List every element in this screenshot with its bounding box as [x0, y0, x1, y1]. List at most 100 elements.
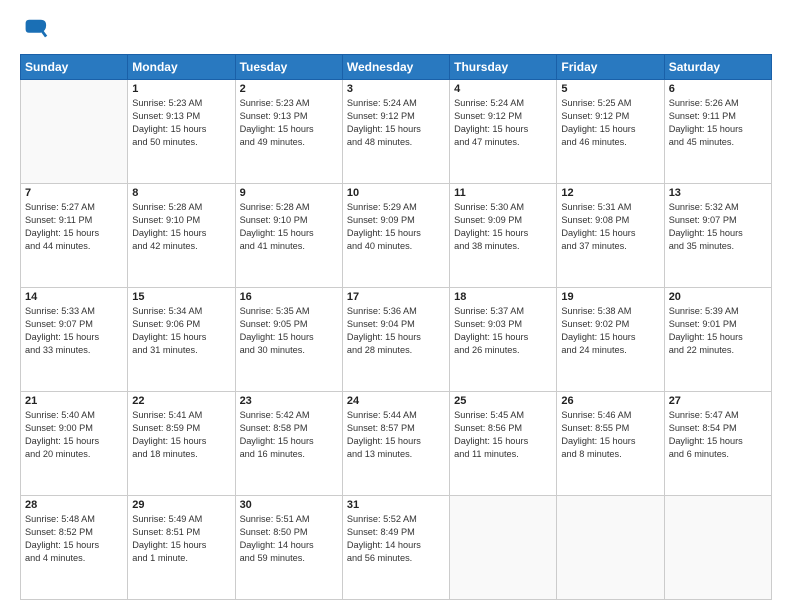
calendar-cell: 15Sunrise: 5:34 AM Sunset: 9:06 PM Dayli… [128, 288, 235, 392]
day-info: Sunrise: 5:41 AM Sunset: 8:59 PM Dayligh… [132, 409, 230, 461]
day-number: 5 [561, 83, 659, 95]
day-number: 23 [240, 395, 338, 407]
calendar-cell: 25 Sunrise: 5:45 AM Sunset: 8:56 PM Dayli… [450, 392, 557, 496]
calendar-week-row: 28 Sunrise: 5:48 AM Sunset: 8:52 PM Dayli… [21, 496, 772, 600]
calendar-week-row: 1 Sunrise: 5:23 AM Sunset: 9:13 PM Daylig… [21, 80, 772, 184]
day-number: 9 [240, 187, 338, 199]
calendar-cell: 13 Sunrise: 5:32 AM Sunset: 9:07 PM Dayli… [664, 184, 771, 288]
day-number: 29 [132, 499, 230, 511]
day-info: Sunrise: 5:48 AM Sunset: 8:52 PM Dayligh… [25, 513, 123, 565]
day-info: Sunrise: 5:40 AM Sunset: 9:00 PM Dayligh… [25, 409, 123, 461]
calendar-week-row: 7 Sunrise: 5:27 AM Sunset: 9:11 PM Daylig… [21, 184, 772, 288]
calendar-cell [450, 496, 557, 600]
calendar-cell: 11Sunrise: 5:30 AM Sunset: 9:09 PM Dayli… [450, 184, 557, 288]
logo [20, 16, 52, 44]
day-number: 31 [347, 499, 445, 511]
calendar-cell: 18Sunrise: 5:37 AM Sunset: 9:03 PM Dayli… [450, 288, 557, 392]
weekday-header-cell: Sunday [21, 55, 128, 80]
day-number: 13 [669, 187, 767, 199]
day-number: 14 [25, 291, 123, 303]
day-info: Sunrise: 5:44 AM Sunset: 8:57 PM Dayligh… [347, 409, 445, 461]
calendar-week-row: 14Sunrise: 5:33 AM Sunset: 9:07 PM Dayli… [21, 288, 772, 392]
day-info: Sunrise: 5:28 AM Sunset: 9:10 PM Dayligh… [132, 201, 230, 253]
day-info: Sunrise: 5:35 AM Sunset: 9:05 PM Dayligh… [240, 305, 338, 357]
day-number: 26 [561, 395, 659, 407]
day-info: Sunrise: 5:29 AM Sunset: 9:09 PM Dayligh… [347, 201, 445, 253]
calendar-cell [557, 496, 664, 600]
calendar-table: SundayMondayTuesdayWednesdayThursdayFrid… [20, 54, 772, 600]
day-number: 20 [669, 291, 767, 303]
day-info: Sunrise: 5:25 AM Sunset: 9:12 PM Dayligh… [561, 97, 659, 149]
day-number: 11 [454, 187, 552, 199]
calendar-cell: 8 Sunrise: 5:28 AM Sunset: 9:10 PM Daylig… [128, 184, 235, 288]
calendar-cell: 28 Sunrise: 5:48 AM Sunset: 8:52 PM Dayli… [21, 496, 128, 600]
calendar-cell: 12 Sunrise: 5:31 AM Sunset: 9:08 PM Dayli… [557, 184, 664, 288]
logo-icon [20, 16, 48, 44]
day-number: 7 [25, 187, 123, 199]
day-info: Sunrise: 5:51 AM Sunset: 8:50 PM Dayligh… [240, 513, 338, 565]
day-number: 28 [25, 499, 123, 511]
day-info: Sunrise: 5:46 AM Sunset: 8:55 PM Dayligh… [561, 409, 659, 461]
day-info: Sunrise: 5:31 AM Sunset: 9:08 PM Dayligh… [561, 201, 659, 253]
day-info: Sunrise: 5:42 AM Sunset: 8:58 PM Dayligh… [240, 409, 338, 461]
weekday-header-cell: Wednesday [342, 55, 449, 80]
calendar-cell: 30Sunrise: 5:51 AM Sunset: 8:50 PM Dayli… [235, 496, 342, 600]
calendar-cell: 26 Sunrise: 5:46 AM Sunset: 8:55 PM Dayli… [557, 392, 664, 496]
calendar-cell: 22 Sunrise: 5:41 AM Sunset: 8:59 PM Dayli… [128, 392, 235, 496]
calendar-cell [21, 80, 128, 184]
calendar-cell: 29Sunrise: 5:49 AM Sunset: 8:51 PM Dayli… [128, 496, 235, 600]
calendar-cell: 14Sunrise: 5:33 AM Sunset: 9:07 PM Dayli… [21, 288, 128, 392]
day-info: Sunrise: 5:52 AM Sunset: 8:49 PM Dayligh… [347, 513, 445, 565]
day-number: 1 [132, 83, 230, 95]
day-info: Sunrise: 5:27 AM Sunset: 9:11 PM Dayligh… [25, 201, 123, 253]
day-number: 8 [132, 187, 230, 199]
day-info: Sunrise: 5:23 AM Sunset: 9:13 PM Dayligh… [240, 97, 338, 149]
calendar-cell: 21 Sunrise: 5:40 AM Sunset: 9:00 PM Dayli… [21, 392, 128, 496]
calendar-cell: 23 Sunrise: 5:42 AM Sunset: 8:58 PM Dayli… [235, 392, 342, 496]
weekday-header-cell: Saturday [664, 55, 771, 80]
day-number: 4 [454, 83, 552, 95]
calendar-cell: 2 Sunrise: 5:23 AM Sunset: 9:13 PM Daylig… [235, 80, 342, 184]
day-number: 17 [347, 291, 445, 303]
calendar-cell: 20 Sunrise: 5:39 AM Sunset: 9:01 PM Dayli… [664, 288, 771, 392]
day-number: 15 [132, 291, 230, 303]
calendar-cell: 1 Sunrise: 5:23 AM Sunset: 9:13 PM Daylig… [128, 80, 235, 184]
calendar-cell: 31 Sunrise: 5:52 AM Sunset: 8:49 PM Dayli… [342, 496, 449, 600]
day-number: 22 [132, 395, 230, 407]
day-number: 10 [347, 187, 445, 199]
day-number: 25 [454, 395, 552, 407]
weekday-header-cell: Thursday [450, 55, 557, 80]
calendar-cell: 3 Sunrise: 5:24 AM Sunset: 9:12 PM Daylig… [342, 80, 449, 184]
calendar-body: 1 Sunrise: 5:23 AM Sunset: 9:13 PM Daylig… [21, 80, 772, 600]
calendar-cell: 6 Sunrise: 5:26 AM Sunset: 9:11 PM Daylig… [664, 80, 771, 184]
day-info: Sunrise: 5:26 AM Sunset: 9:11 PM Dayligh… [669, 97, 767, 149]
day-info: Sunrise: 5:36 AM Sunset: 9:04 PM Dayligh… [347, 305, 445, 357]
day-number: 19 [561, 291, 659, 303]
calendar-cell: 7 Sunrise: 5:27 AM Sunset: 9:11 PM Daylig… [21, 184, 128, 288]
calendar-cell: 16 Sunrise: 5:35 AM Sunset: 9:05 PM Dayli… [235, 288, 342, 392]
day-number: 21 [25, 395, 123, 407]
day-number: 24 [347, 395, 445, 407]
calendar-cell: 19 Sunrise: 5:38 AM Sunset: 9:02 PM Dayli… [557, 288, 664, 392]
day-info: Sunrise: 5:47 AM Sunset: 8:54 PM Dayligh… [669, 409, 767, 461]
weekday-header-cell: Tuesday [235, 55, 342, 80]
day-info: Sunrise: 5:39 AM Sunset: 9:01 PM Dayligh… [669, 305, 767, 357]
day-info: Sunrise: 5:24 AM Sunset: 9:12 PM Dayligh… [347, 97, 445, 149]
day-number: 6 [669, 83, 767, 95]
day-number: 12 [561, 187, 659, 199]
day-number: 27 [669, 395, 767, 407]
day-info: Sunrise: 5:24 AM Sunset: 9:12 PM Dayligh… [454, 97, 552, 149]
weekday-header: SundayMondayTuesdayWednesdayThursdayFrid… [21, 55, 772, 80]
calendar-cell: 24 Sunrise: 5:44 AM Sunset: 8:57 PM Dayli… [342, 392, 449, 496]
calendar-cell: 9Sunrise: 5:28 AM Sunset: 9:10 PM Daylig… [235, 184, 342, 288]
day-info: Sunrise: 5:45 AM Sunset: 8:56 PM Dayligh… [454, 409, 552, 461]
day-number: 3 [347, 83, 445, 95]
day-info: Sunrise: 5:37 AM Sunset: 9:03 PM Dayligh… [454, 305, 552, 357]
day-info: Sunrise: 5:32 AM Sunset: 9:07 PM Dayligh… [669, 201, 767, 253]
day-number: 2 [240, 83, 338, 95]
day-info: Sunrise: 5:23 AM Sunset: 9:13 PM Dayligh… [132, 97, 230, 149]
calendar-cell: 10 Sunrise: 5:29 AM Sunset: 9:09 PM Dayli… [342, 184, 449, 288]
day-number: 16 [240, 291, 338, 303]
calendar-cell [664, 496, 771, 600]
day-info: Sunrise: 5:38 AM Sunset: 9:02 PM Dayligh… [561, 305, 659, 357]
